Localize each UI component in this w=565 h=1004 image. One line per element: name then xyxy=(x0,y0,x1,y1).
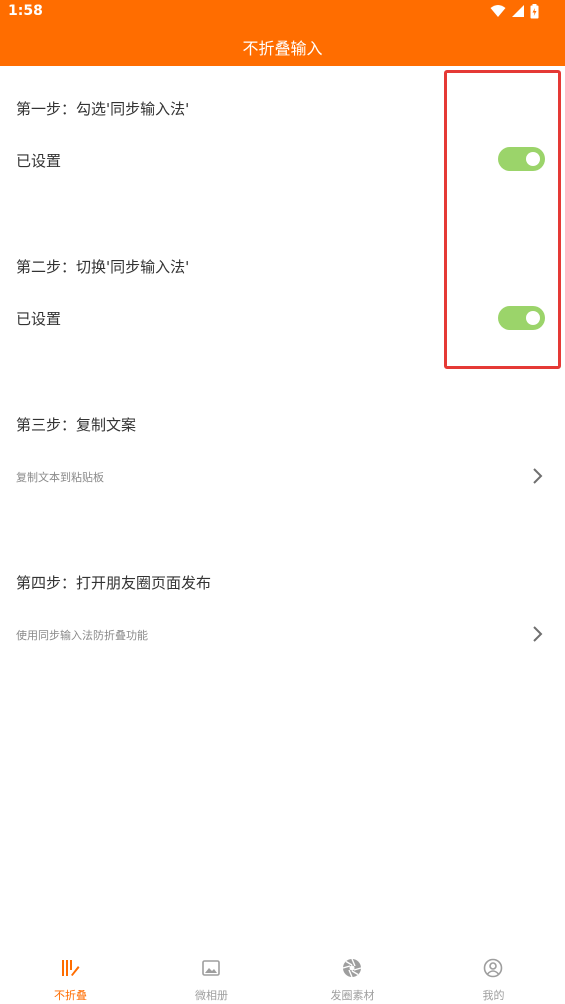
step-1-title: 第一步：勾选'同步输入法' xyxy=(16,100,190,118)
step-4-title: 第四步：打开朋友圈页面发布 xyxy=(16,574,212,592)
wifi-icon xyxy=(490,5,506,17)
battery-icon xyxy=(530,3,539,18)
step-3-title: 第三步：复制文案 xyxy=(16,416,137,434)
image-icon xyxy=(202,960,220,976)
nav-label: 我的 xyxy=(482,989,505,1002)
nav-tab-no-fold[interactable]: 不折叠 xyxy=(0,947,141,1004)
status-time: 1:58 xyxy=(8,3,43,19)
toggle-knob xyxy=(526,152,540,166)
chevron-right-icon[interactable] xyxy=(532,625,544,643)
status-icons xyxy=(490,3,539,19)
step-2-title: 第二步：切换'同步输入法' xyxy=(16,258,190,276)
copy-text-row-label[interactable]: 复制文本到粘贴板 xyxy=(16,469,104,485)
page-title: 不折叠输入 xyxy=(242,39,323,58)
app-header: 1:58 不折叠输入 xyxy=(0,0,565,66)
toggle-knob xyxy=(526,311,540,325)
nav-tab-materials[interactable]: 发圈素材 xyxy=(282,947,423,1004)
step-2-status-label: 已设置 xyxy=(16,310,62,328)
nav-tab-album[interactable]: 微相册 xyxy=(141,947,282,1004)
user-icon xyxy=(483,958,503,978)
nav-tab-me[interactable]: 我的 xyxy=(423,947,564,1004)
aperture-icon xyxy=(342,958,362,978)
chevron-right-icon[interactable] xyxy=(532,467,544,485)
app-screen: 1:58 不折叠输入 第一步：勾选'同步输入法' 已设置 第二步：切换'同步输入… xyxy=(0,0,565,1004)
nav-label: 发圈素材 xyxy=(330,989,375,1002)
no-fold-icon xyxy=(62,960,80,976)
sync-input-method-enable-toggle[interactable] xyxy=(498,147,545,171)
open-moments-row-label[interactable]: 使用同步输入法防折叠功能 xyxy=(16,627,148,643)
nav-label: 微相册 xyxy=(195,989,228,1002)
nav-label: 不折叠 xyxy=(54,989,87,1002)
step-1-status-label: 已设置 xyxy=(16,152,62,170)
bottom-nav: 不折叠 微相册 发圈素材 我的 xyxy=(0,947,565,1004)
sync-input-method-switch-toggle[interactable] xyxy=(498,306,545,330)
signal-icon xyxy=(512,5,524,17)
